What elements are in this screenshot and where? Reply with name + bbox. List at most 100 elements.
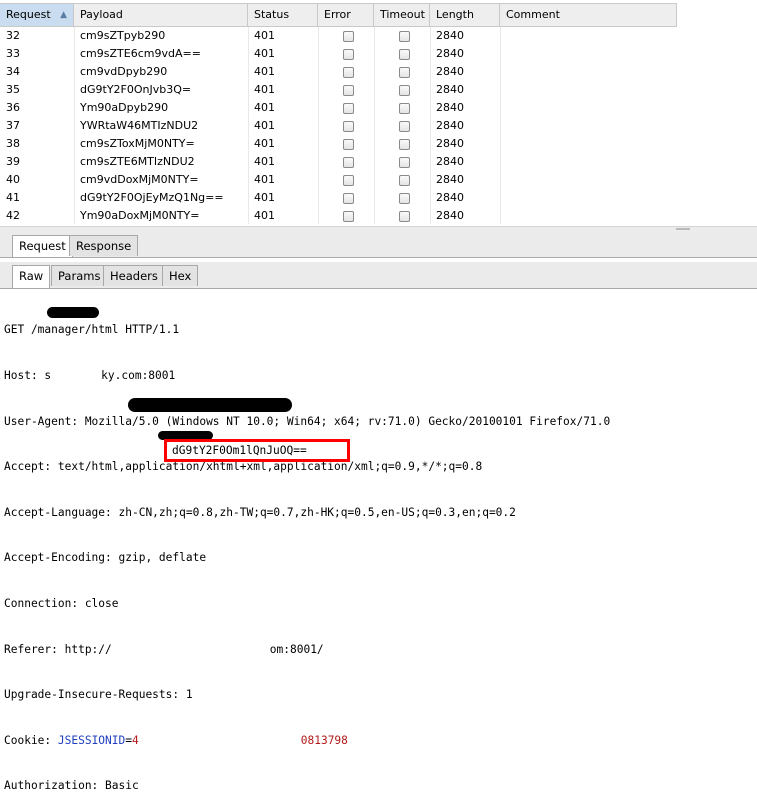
timeout-checkbox[interactable] bbox=[399, 139, 410, 150]
cell-payload: cm9vdDoxMjM0NTY= bbox=[80, 173, 199, 186]
table-header: Request ▲ Payload Status Error Timeout L… bbox=[0, 3, 677, 27]
error-checkbox[interactable] bbox=[343, 121, 354, 132]
request-response-tabs: Request Response bbox=[0, 232, 757, 258]
cell-comment bbox=[500, 189, 677, 207]
cookie-header: Cookie: JSESSIONID=4 0813798 bbox=[4, 733, 754, 748]
timeout-checkbox[interactable] bbox=[399, 211, 410, 222]
timeout-checkbox[interactable] bbox=[399, 175, 410, 186]
authorization-header: Authorization: Basic bbox=[4, 779, 139, 793]
host-suffix: ky.com:8001 bbox=[101, 369, 176, 382]
col-status-header[interactable]: Status bbox=[248, 4, 318, 26]
error-checkbox[interactable] bbox=[343, 193, 354, 204]
cell-payload: Ym90aDoxMjM0NTY= bbox=[80, 209, 200, 222]
error-checkbox[interactable] bbox=[343, 139, 354, 150]
table-row[interactable]: 42 Ym90aDoxMjM0NTY= 401 2840 bbox=[0, 207, 677, 224]
error-checkbox[interactable] bbox=[343, 175, 354, 186]
table-row[interactable]: 32 cm9sZTpyb290 401 2840 bbox=[0, 27, 677, 45]
cell-payload: cm9sZTE6cm9vdA== bbox=[80, 47, 201, 60]
cell-length: 2840 bbox=[436, 47, 464, 60]
cell-status: 401 bbox=[254, 101, 275, 114]
tab-divider bbox=[0, 257, 757, 258]
timeout-checkbox[interactable] bbox=[399, 193, 410, 204]
timeout-checkbox[interactable] bbox=[399, 103, 410, 114]
message-view-tabs: Raw Params Headers Hex bbox=[0, 262, 757, 289]
cell-payload: cm9vdDpyb290 bbox=[80, 65, 168, 78]
cell-request: 40 bbox=[6, 173, 20, 186]
table-row[interactable]: 41 dG9tY2F0OjEyMzQ1Ng== 401 2840 bbox=[0, 189, 677, 207]
cell-status: 401 bbox=[254, 119, 275, 132]
table-row[interactable]: 40 cm9vdDoxMjM0NTY= 401 2840 bbox=[0, 171, 677, 189]
tab-request[interactable]: Request bbox=[12, 235, 73, 258]
host-header: Host: s ky.com:8001 bbox=[4, 368, 754, 383]
cell-request: 33 bbox=[6, 47, 20, 60]
tab-raw[interactable]: Raw bbox=[12, 265, 51, 288]
cookie-name: JSESSIONID bbox=[57, 733, 126, 747]
redaction-mark bbox=[128, 398, 292, 412]
table-row[interactable]: 37 YWRtaW46MTIzNDU2 401 2840 bbox=[0, 117, 677, 135]
cell-request: 38 bbox=[6, 137, 20, 150]
col-payload-header[interactable]: Payload bbox=[74, 4, 248, 26]
table-row[interactable]: 35 dG9tY2F0OnJvb3Q= 401 2840 bbox=[0, 81, 677, 99]
error-checkbox[interactable] bbox=[343, 103, 354, 114]
timeout-checkbox[interactable] bbox=[399, 67, 410, 78]
error-checkbox[interactable] bbox=[343, 85, 354, 96]
request-line: GET /manager/html HTTP/1.1 bbox=[4, 323, 180, 337]
col-label: Timeout bbox=[380, 8, 425, 21]
cell-status: 401 bbox=[254, 29, 275, 42]
error-checkbox[interactable] bbox=[343, 211, 354, 222]
col-label: Payload bbox=[80, 8, 123, 21]
cell-comment bbox=[500, 99, 677, 117]
cell-comment bbox=[500, 117, 677, 135]
cell-request: 36 bbox=[6, 101, 20, 114]
cell-comment bbox=[500, 135, 677, 153]
cell-length: 2840 bbox=[436, 65, 464, 78]
cell-request: 41 bbox=[6, 191, 20, 204]
col-label: Status bbox=[254, 8, 290, 21]
col-comment-header[interactable]: Comment bbox=[500, 4, 677, 26]
cell-payload: dG9tY2F0OjEyMzQ1Ng== bbox=[80, 191, 224, 204]
table-row[interactable]: 34 cm9vdDpyb290 401 2840 bbox=[0, 63, 677, 81]
cell-status: 401 bbox=[254, 191, 275, 204]
timeout-checkbox[interactable] bbox=[399, 85, 410, 96]
raw-request-editor[interactable]: GET /manager/html HTTP/1.1 Host: s ky.com… bbox=[4, 292, 754, 809]
table-row[interactable]: 38 cm9sZToxMjM0NTY= 401 2840 bbox=[0, 135, 677, 153]
table-row[interactable]: 33 cm9sZTE6cm9vdA== 401 2840 bbox=[0, 45, 677, 63]
cell-comment bbox=[500, 171, 677, 189]
authorization-value-highlight: dG9tY2F0Om1lQnJuOQ== bbox=[164, 439, 350, 462]
col-timeout-header[interactable]: Timeout bbox=[374, 4, 430, 26]
table-body: 32 cm9sZTpyb290 401 2840 33 cm9sZTE6cm9vdA== 4… bbox=[0, 27, 677, 224]
error-checkbox[interactable] bbox=[343, 157, 354, 168]
col-length-header[interactable]: Length bbox=[430, 4, 500, 26]
cell-payload: dG9tY2F0OnJvb3Q= bbox=[80, 83, 192, 96]
error-checkbox[interactable] bbox=[343, 67, 354, 78]
table-row[interactable]: 39 cm9sZTE6MTIzNDU2 401 2840 bbox=[0, 153, 677, 171]
error-checkbox[interactable] bbox=[343, 49, 354, 60]
cell-status: 401 bbox=[254, 173, 275, 186]
user-agent-header: User-Agent: Mozilla/5.0 (Windows NT 10.0… bbox=[4, 414, 611, 428]
cookie-label: Cookie: bbox=[4, 733, 58, 747]
tab-headers[interactable]: Headers bbox=[103, 265, 165, 286]
cell-payload: cm9sZToxMjM0NTY= bbox=[80, 137, 195, 150]
cell-comment bbox=[500, 207, 677, 224]
timeout-checkbox[interactable] bbox=[399, 121, 410, 132]
timeout-checkbox[interactable] bbox=[399, 49, 410, 60]
splitter-grip[interactable] bbox=[676, 228, 690, 230]
cell-comment bbox=[500, 63, 677, 81]
host-prefix: Host: s bbox=[4, 369, 52, 382]
accept-encoding-header: Accept-Encoding: gzip, deflate bbox=[4, 551, 207, 565]
table-row[interactable]: 36 Ym90aDpyb290 401 2840 bbox=[0, 99, 677, 117]
tab-hex[interactable]: Hex bbox=[162, 265, 199, 286]
tab-response[interactable]: Response bbox=[69, 235, 139, 256]
tab-divider bbox=[0, 288, 757, 289]
cell-comment bbox=[500, 27, 677, 45]
timeout-checkbox[interactable] bbox=[399, 31, 410, 42]
cell-request: 32 bbox=[6, 29, 20, 42]
col-request-header[interactable]: Request ▲ bbox=[0, 4, 74, 26]
cell-status: 401 bbox=[254, 83, 275, 96]
col-label: Length bbox=[436, 8, 474, 21]
tab-params[interactable]: Params bbox=[51, 265, 108, 286]
timeout-checkbox[interactable] bbox=[399, 157, 410, 168]
error-checkbox[interactable] bbox=[343, 31, 354, 42]
cell-payload: cm9sZTpyb290 bbox=[80, 29, 166, 42]
col-error-header[interactable]: Error bbox=[318, 4, 374, 26]
